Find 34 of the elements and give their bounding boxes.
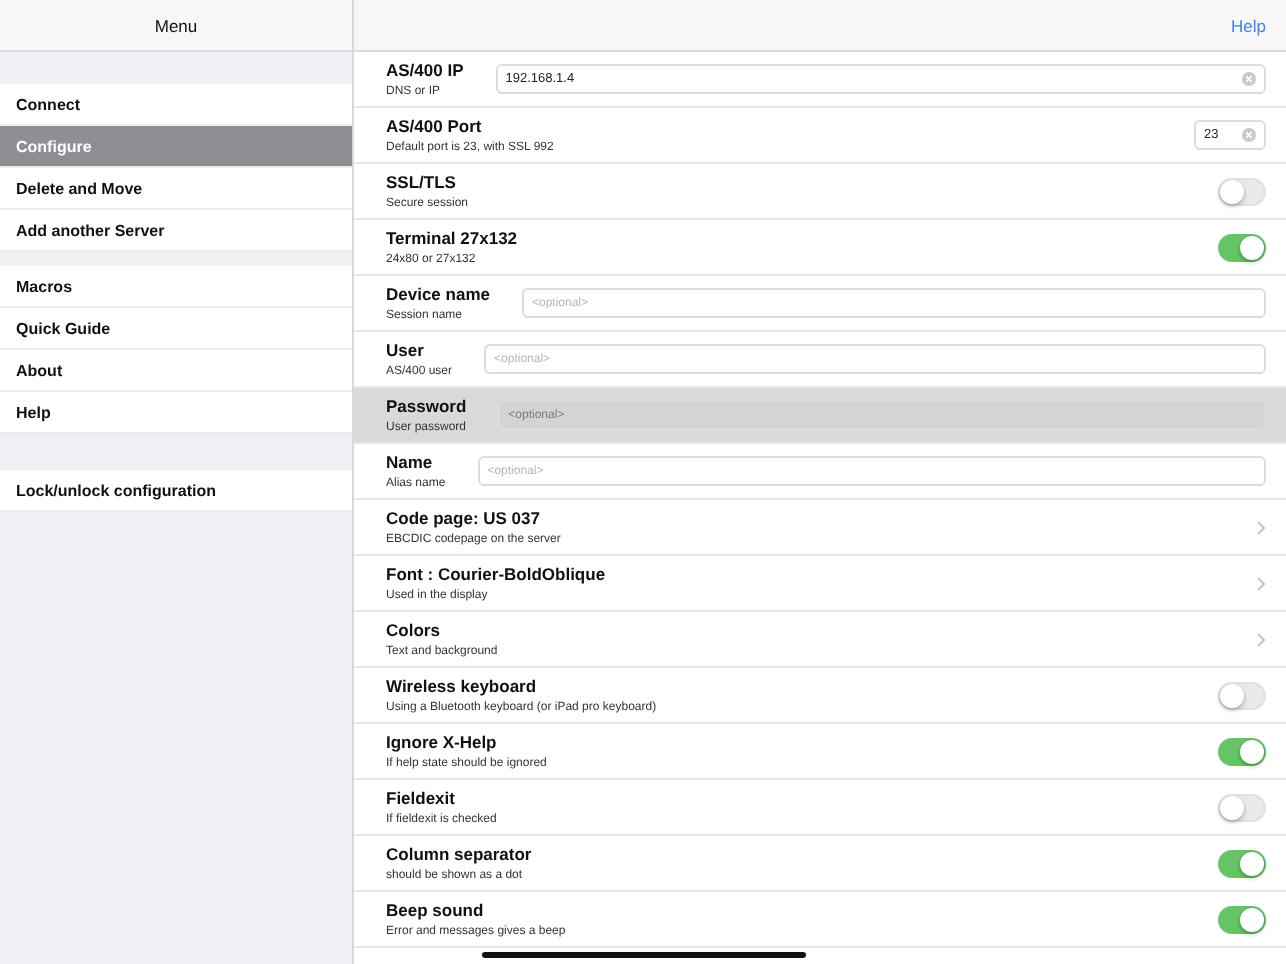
setting-title: AS/400 Port xyxy=(386,116,484,136)
menu-item[interactable]: About xyxy=(0,350,352,392)
chevron-icon xyxy=(1256,575,1266,591)
menu-item[interactable]: Connect xyxy=(0,84,352,126)
toggle-switch[interactable] xyxy=(1218,737,1266,765)
setting-title: Password xyxy=(386,396,467,416)
toggle-switch[interactable] xyxy=(1218,849,1266,877)
chevron-icon xyxy=(1256,519,1266,535)
setting-title: Code page: US 037 xyxy=(386,508,542,528)
clear-icon[interactable] xyxy=(1242,128,1256,142)
menu-title: Menu xyxy=(154,15,198,35)
setting-title: Name xyxy=(386,452,435,472)
setting-title: Fieldexit xyxy=(386,788,457,808)
menu-item[interactable]: Help xyxy=(0,392,352,434)
chevron-icon xyxy=(1256,631,1266,647)
menu-item[interactable]: Lock/unlock configuration xyxy=(0,470,352,512)
menu-item[interactable]: Macros xyxy=(0,266,352,308)
setting-title: Terminal 27x132 xyxy=(386,228,518,248)
menu-item[interactable]: Delete and Move xyxy=(0,168,352,210)
menu-item[interactable]: Add another Server xyxy=(0,210,352,252)
setting-title: Beep sound xyxy=(386,900,486,920)
setting-title: Colors xyxy=(386,620,442,640)
clear-icon[interactable] xyxy=(1242,72,1256,86)
setting-title: SSL/TLS xyxy=(386,172,458,192)
toggle-switch[interactable] xyxy=(1218,233,1266,261)
setting-title: Ignore X-Help xyxy=(386,732,499,752)
menu-item[interactable]: Quick Guide xyxy=(0,308,352,350)
setting-title: Device name xyxy=(386,284,490,304)
setting-title: Font : Courier-BoldOblique xyxy=(386,564,606,584)
toggle-switch[interactable] xyxy=(1218,905,1266,933)
setting-title: User xyxy=(386,340,426,360)
setting-title: Column separator xyxy=(386,844,532,864)
setting-title: AS/400 IP xyxy=(386,60,464,80)
setting-title: Wireless keyboard xyxy=(386,676,539,696)
